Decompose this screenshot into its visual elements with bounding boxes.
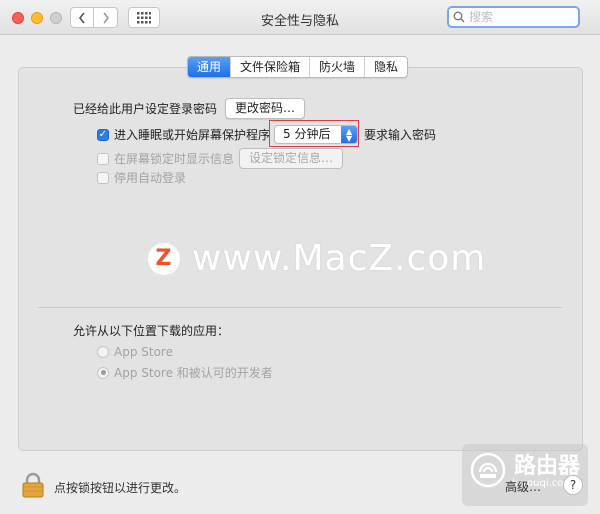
router-logo-icon — [470, 452, 506, 488]
downloads-heading: 允许从以下位置下载的应用： — [73, 324, 230, 338]
lock-hint-text: 点按锁按钮以进行更改。 — [54, 481, 187, 495]
require-password-delay-select[interactable]: 5 分钟后 ▲ ▼ — [274, 125, 359, 144]
select-value: 5 分钟后 — [283, 127, 331, 141]
lock-icon[interactable] — [22, 472, 44, 498]
appstore-label: App Store — [114, 345, 173, 359]
search-input[interactable] — [465, 9, 569, 25]
watermark: Z www.MacZ.com — [148, 238, 486, 279]
watermark-logo-icon: Z — [148, 242, 180, 275]
password-label: 已经给此用户设定登录密码 — [73, 102, 218, 116]
require-password-checkbox[interactable]: ✓ — [97, 128, 109, 141]
up-down-chevron-icon: ▲ ▼ — [341, 126, 358, 143]
appstore-radio[interactable] — [97, 346, 109, 358]
download-option-identified: App Store 和被认可的开发者 — [97, 364, 273, 381]
disable-auto-login-label: 停用自动登录 — [114, 171, 187, 185]
password-row: 已经给此用户设定登录密码 更改密码… — [73, 98, 306, 119]
require-password-label: 进入睡眠或开始屏幕保护程序 — [114, 128, 271, 142]
identified-developers-label: App Store 和被认可的开发者 — [114, 366, 273, 380]
auto-login-row: 停用自动登录 — [97, 169, 186, 186]
tab-filevault[interactable]: 文件保险箱 — [230, 57, 309, 77]
show-message-checkbox[interactable] — [97, 152, 109, 165]
download-option-appstore: App Store — [97, 345, 173, 359]
watermark-text: www.MacZ.com — [192, 238, 487, 279]
tab-privacy[interactable]: 隐私 — [364, 57, 407, 77]
show-message-row: 在屏幕锁定时显示信息 设定锁定信息… — [97, 148, 344, 169]
section-divider — [38, 307, 562, 308]
tab-general[interactable]: 通用 — [188, 57, 231, 77]
show-message-label: 在屏幕锁定时显示信息 — [114, 152, 235, 166]
change-password-button[interactable]: 更改密码… — [225, 98, 306, 119]
tab-bar: 通用 文件保险箱 防火墙 隐私 — [187, 56, 409, 78]
search-icon — [453, 11, 465, 23]
help-button[interactable]: ? — [563, 475, 583, 495]
title-bar: 安全性与隐私 — [0, 0, 600, 35]
require-password-suffix: 要求输入密码 — [364, 128, 437, 142]
set-lock-message-button[interactable]: 设定锁定信息… — [239, 148, 344, 169]
disable-auto-login-checkbox[interactable] — [97, 171, 109, 184]
identified-developers-radio[interactable] — [97, 366, 109, 379]
require-password-row: ✓ 进入睡眠或开始屏幕保护程序 5 分钟后 ▲ ▼ 要求输入密码 — [97, 125, 436, 144]
advanced-button[interactable]: 高级… — [505, 478, 541, 495]
tab-firewall[interactable]: 防火墙 — [309, 57, 364, 77]
search-field[interactable] — [447, 6, 580, 28]
